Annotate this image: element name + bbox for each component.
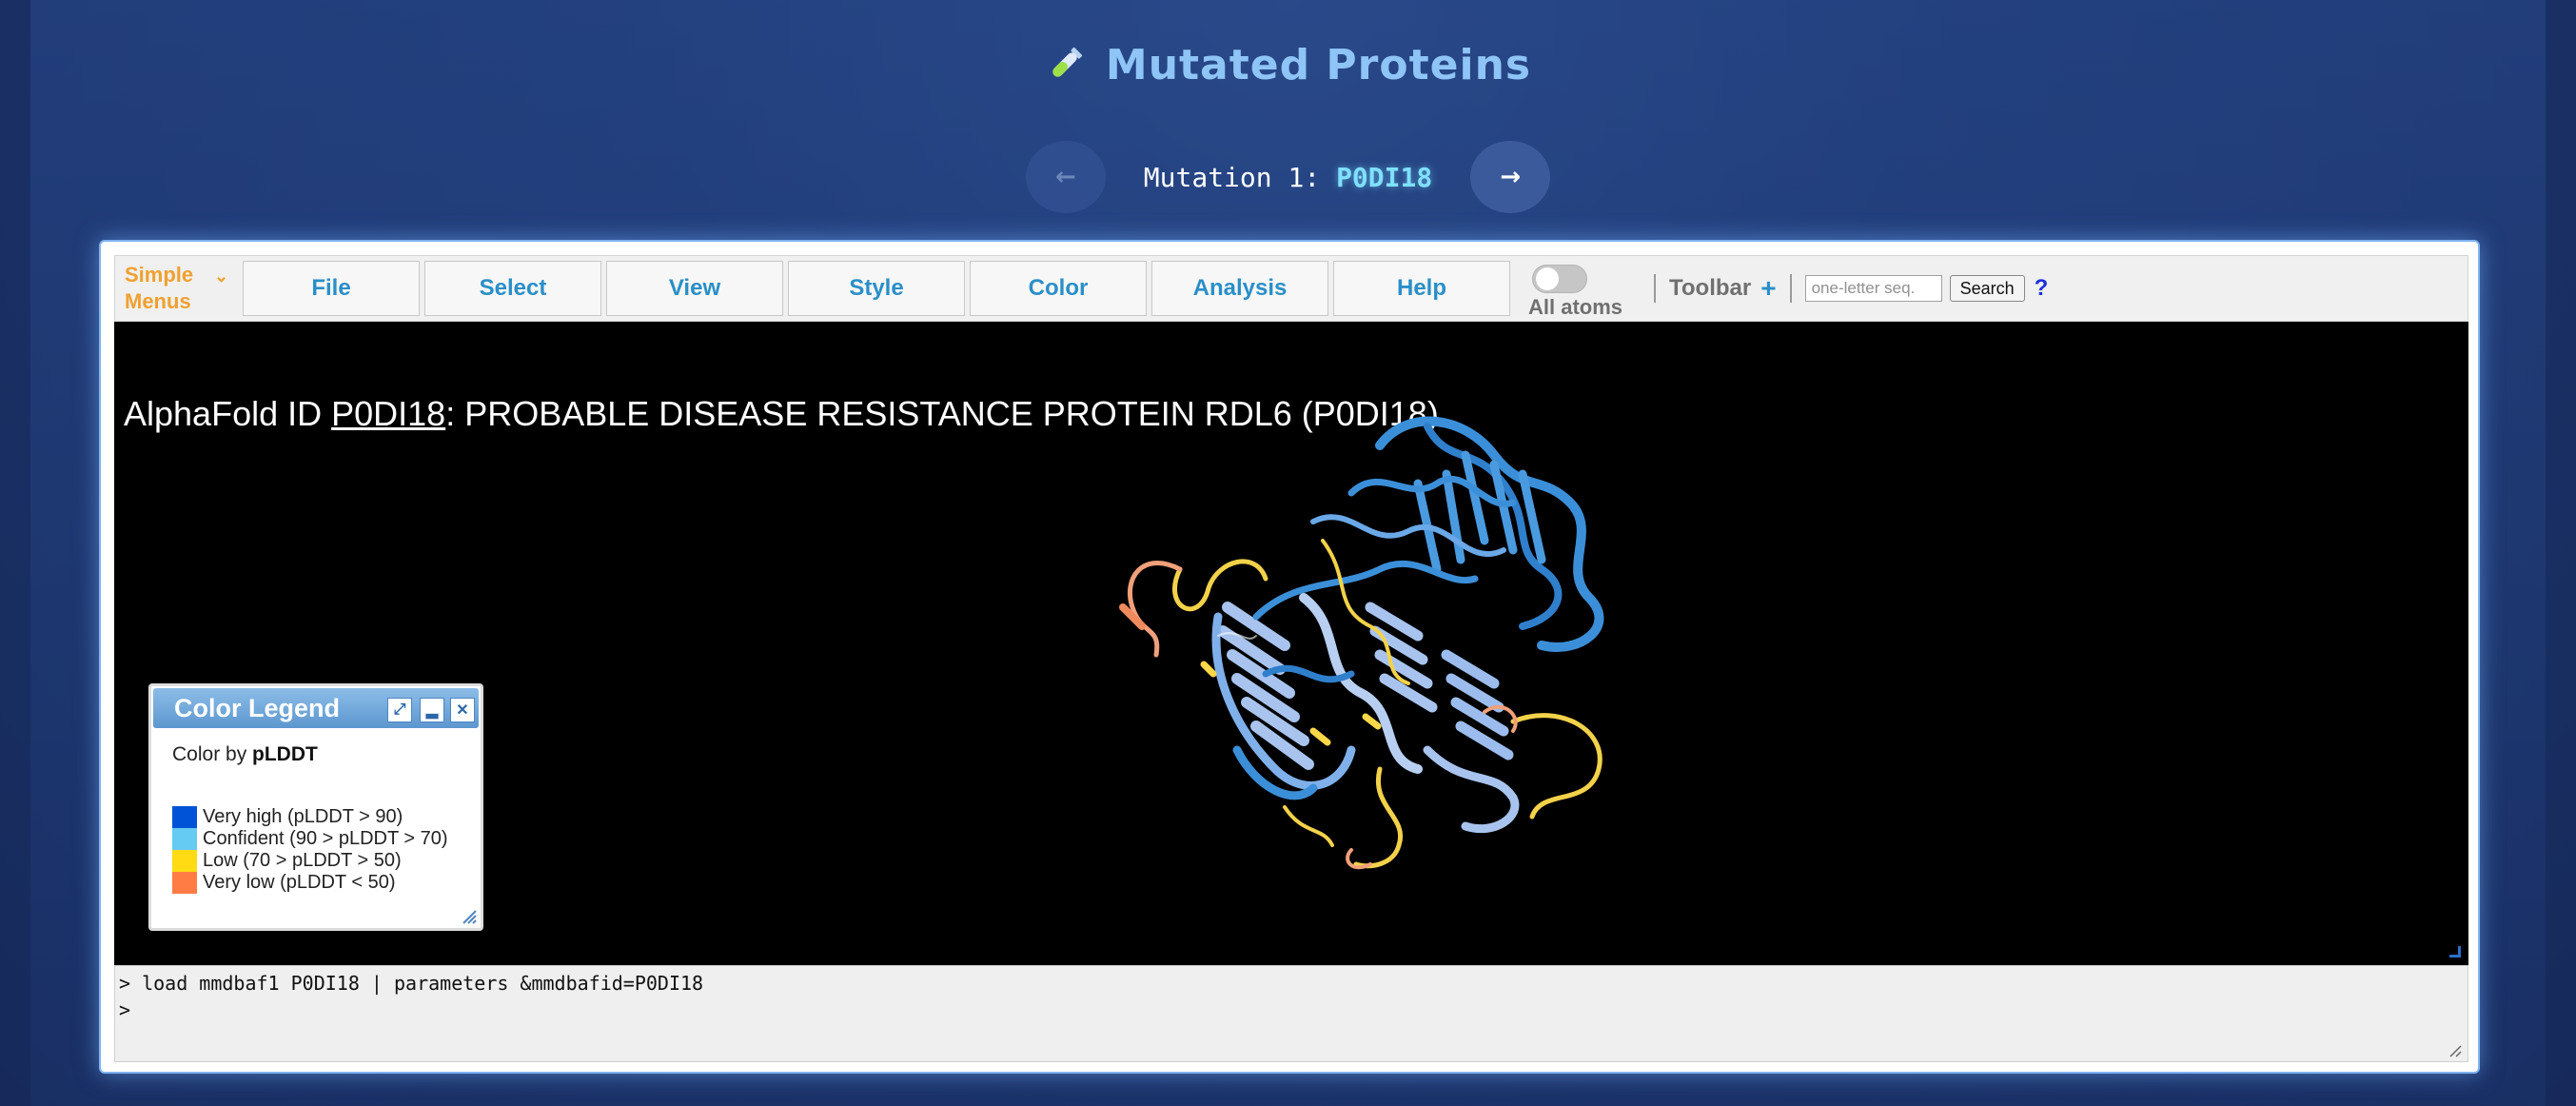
legend-item-label: Low (70 > pLDDT > 50) [203,850,402,871]
toolbar-expand-plus-icon[interactable]: + [1760,273,1776,304]
expand-icon[interactable]: ⤢ [387,698,412,722]
menu-style[interactable]: Style [788,261,965,316]
viewer-toolbar: Simple Menus ⌄ File Select View Style Co… [114,255,2468,322]
simple-menus-line1: Simple [125,263,194,286]
close-icon[interactable]: ✕ [450,698,475,722]
color-legend-dialog: Color Legend ⤢ ▂ ✕ Color by pLDDT Very h… [148,683,483,931]
console-resize-icon[interactable] [2447,1042,2462,1057]
simple-menus-line2: Menus [125,289,191,313]
mutation-label-prefix: Mutation 1: [1143,161,1321,193]
legend-swatch [172,850,197,872]
menu-help[interactable]: Help [1333,261,1510,316]
mutation-nav: ← Mutation 1: P0DI18 → [0,141,2576,213]
all-atoms-toggle-group: All atoms [1528,257,1641,320]
legend-item-label: Very low (pLDDT < 50) [203,872,396,893]
page-header: Mutated Proteins [0,34,2576,95]
viewer-card: Simple Menus ⌄ File Select View Style Co… [99,240,2480,1074]
menu-select[interactable]: Select [424,261,601,316]
menu-view[interactable]: View [606,261,783,316]
search-button[interactable]: Search [1949,275,2025,302]
prev-mutation-button[interactable]: ← [1025,141,1106,213]
alphafold-id-link[interactable]: P0DI18 [331,394,445,433]
color-by-value: pLDDT [252,743,318,765]
menu-file[interactable]: File [243,261,420,316]
menu-analysis[interactable]: Analysis [1151,261,1328,316]
legend-swatch [172,806,197,828]
legend-item-label: Confident (90 > pLDDT > 70) [203,828,448,849]
legend-item-label: Very high (pLDDT > 90) [203,806,403,827]
all-atoms-label: All atoms [1528,295,1623,319]
chevron-down-icon: ⌄ [214,267,229,286]
test-tube-icon [1052,47,1083,77]
legend-items: Very high (pLDDT > 90) Confident (90 > pL… [172,806,448,894]
color-legend-title: Color Legend [174,694,340,722]
structure-canvas[interactable]: AlphaFold ID P0DI18: PROBABLE DISEASE RE… [114,322,2468,965]
legend-swatch [172,872,197,894]
toggle-knob [1536,267,1559,290]
structure-title-prefix: AlphaFold ID [124,394,332,433]
color-by-text: Color by pLDDT [172,743,318,766]
next-mutation-button[interactable]: → [1470,141,1551,213]
icn3d-viewer: Simple Menus ⌄ File Select View Style Co… [114,255,2468,1062]
toolbar-divider [1654,274,1656,303]
search-help-icon[interactable]: ? [2035,275,2049,302]
all-atoms-toggle[interactable] [1532,265,1587,293]
console-line: > [119,998,131,1021]
page-title: Mutated Proteins [1105,40,1532,89]
toolbar-divider-2 [1789,274,1792,303]
mutation-label: Mutation 1: P0DI18 [1144,162,1432,193]
legend-item: Very high (pLDDT > 90) [172,806,448,828]
color-by-prefix: Color by [172,743,253,765]
legend-item: Low (70 > pLDDT > 50) [172,850,448,872]
toolbar-label: Toolbar [1669,275,1752,301]
minimize-icon[interactable]: ▂ [420,698,444,722]
mutation-id: P0DI18 [1336,161,1433,193]
resize-grip-icon[interactable] [460,907,477,924]
legend-swatch [172,828,197,850]
legend-item: Very low (pLDDT < 50) [172,872,448,894]
menu-color[interactable]: Color [970,261,1147,316]
command-console[interactable]: > load mmdbaf1 P0DI18 | parameters &mmdb… [114,965,2468,1062]
simple-menus-dropdown[interactable]: Simple Menus ⌄ [115,257,243,320]
color-legend-header[interactable]: Color Legend ⤢ ▂ ✕ [153,688,479,728]
console-line: > load mmdbaf1 P0DI18 | parameters &mmdb… [119,972,704,995]
protein-ribbon-model [1119,416,1604,870]
sequence-search-input[interactable] [1804,275,1942,302]
legend-item: Confident (90 > pLDDT > 70) [172,828,448,850]
canvas-resize-handle[interactable] [2449,946,2461,958]
